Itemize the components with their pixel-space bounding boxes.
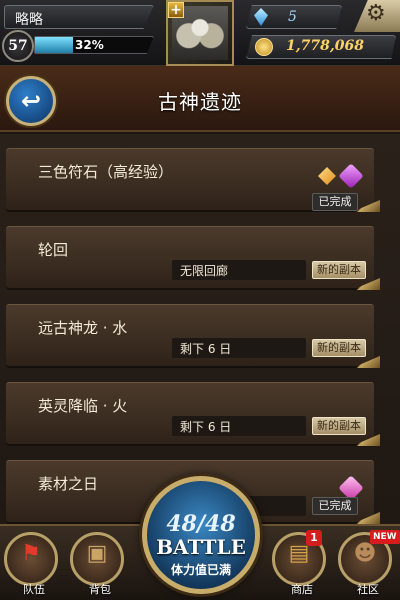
nav-bag-label: 背包 [89,583,111,596]
quest-title: 三色符石（高经验） [38,163,174,181]
nav-bag-ring: ▣ 背包 [70,532,124,596]
community-icon: ☻ [353,541,377,566]
exp-bar-fill [35,37,73,53]
player-name: 略略 [15,12,43,28]
quest-item[interactable]: 三色符石（高经验） 已完成 [6,148,374,211]
coin-count: 1,778,068 [286,38,364,54]
quest-info: 剩下 6 日 [180,342,232,356]
quest-item[interactable]: 轮回 无限回廊 新的副本 [6,226,374,288]
quest-title: 远古神龙 · 水 [38,319,128,337]
nav-community-label: 社区 [357,583,379,596]
plus-icon: + [168,2,184,18]
player-name-plate[interactable]: 略略 [4,5,154,29]
nav-shop-button[interactable]: ▤ 商店 [272,532,334,596]
quest-title: 英灵降临 · 火 [38,397,128,415]
quest-title: 素材之日 [38,475,99,493]
stamina-status: 体力值已满 [170,563,231,577]
gem-count: 5 [288,9,297,25]
new-dungeon-tag: 新的副本 [312,339,366,357]
purple-gem-icon [338,163,364,189]
backpack-icon: ▣ [86,541,108,566]
quest-info-box: 剩下 6 日 [172,416,306,436]
exp-bar: 32% [34,36,154,54]
gear-icon: ⚙ [366,1,386,26]
shop-notification-badge: 1 [306,530,322,546]
quest-item[interactable]: 远古神龙 · 水 剩下 6 日 新的副本 [6,304,374,366]
coin-icon [255,38,273,56]
orange-gem-icon [318,167,336,185]
back-button[interactable]: ↩ [6,76,56,126]
quest-list[interactable]: 三色符石（高经验） 已完成 轮回 无限回廊 新的副本 远古神龙 · 水 剩下 6… [0,134,400,524]
quest-info-box: 无限回廊 [172,260,306,280]
quest-item[interactable]: 英灵降临 · 火 剩下 6 日 新的副本 [6,382,374,444]
new-dungeon-tag: 新的副本 [312,261,366,279]
page-title: 古神遗迹 [158,90,242,114]
quest-info-box: 剩下 6 日 [172,338,306,358]
flag-icon: ⚑ [21,541,41,566]
stamina-readout: 48/48 [147,511,255,537]
back-arrow-icon: ↩ [20,87,42,115]
battle-label: BATTLE [156,535,246,559]
stamina-separator: / [196,511,206,537]
nav-bag-button[interactable]: ▣ 背包 [70,532,132,596]
quest-info: 剩下 6 日 [180,420,232,434]
stamina-max: 48 [205,511,236,537]
stamina-current: 48 [166,511,197,537]
nav-shop-label: 商店 [291,583,313,596]
completed-tag: 已完成 [312,193,358,211]
quest-title: 轮回 [38,241,69,259]
quest-info: 无限回廊 [180,264,229,278]
community-new-badge: NEW [370,530,400,544]
completed-tag: 已完成 [312,497,358,515]
exp-percent-label: 32% [75,38,104,52]
nav-team-button[interactable]: ⚑ 队伍 [4,532,66,596]
player-level-badge: 57 [2,30,34,62]
nav-team-label: 队伍 [23,583,45,596]
nav-team-ring: ⚑ 队伍 [4,532,58,596]
battle-button[interactable]: 48/48 BATTLE 体力值已满 [142,476,260,594]
new-dungeon-tag: 新的副本 [312,417,366,435]
